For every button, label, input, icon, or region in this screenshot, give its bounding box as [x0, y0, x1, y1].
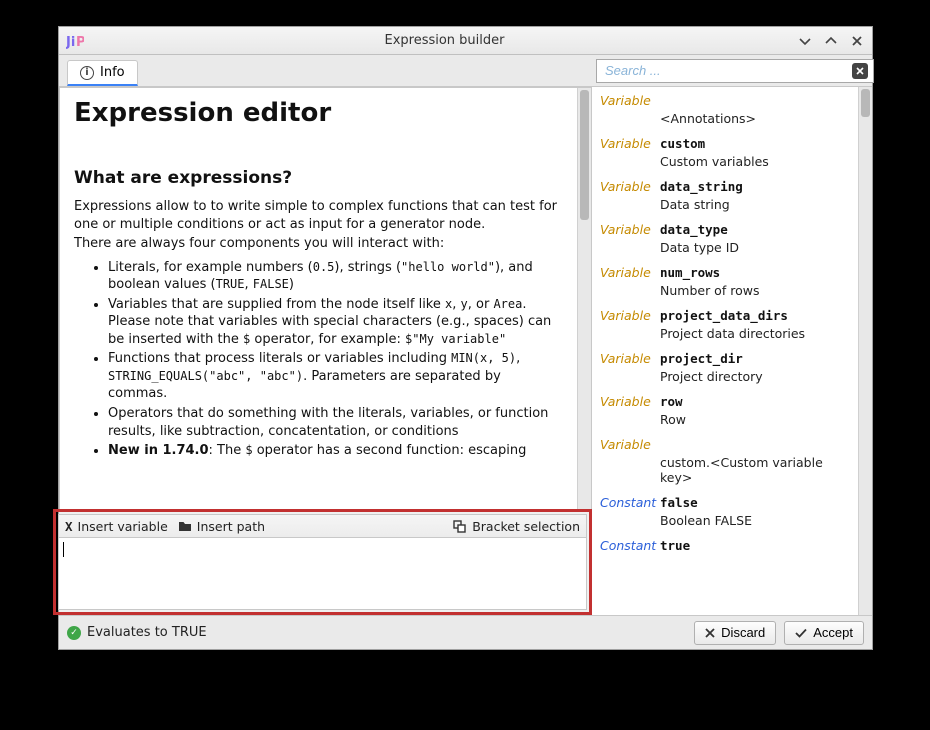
expression-builder-window: JiP Expression builder i Info — [58, 26, 873, 650]
reference-item[interactable]: Constant true — [600, 538, 854, 553]
scrollbar-thumb[interactable] — [580, 90, 589, 220]
reference-item[interactable]: Constant false Boolean FALSE — [600, 495, 854, 528]
reference-description: <Annotations> — [660, 111, 854, 126]
reference-description: custom.<Custom variable key> — [660, 455, 854, 485]
highlight-box: X Insert variable Insert path — [53, 509, 592, 615]
reference-kind: Variable — [600, 437, 652, 452]
reference-kind: Variable — [600, 222, 652, 237]
help-list-item: Literals, for example numbers (0.5), str… — [108, 259, 563, 294]
footer: ✓ Evaluates to TRUE Discard Accept — [59, 615, 872, 649]
tabbar: i Info — [59, 55, 592, 87]
reference-name: true — [660, 538, 690, 553]
reference-name: custom — [660, 136, 705, 151]
scrollbar-thumb[interactable] — [861, 89, 870, 117]
help-list-item: Functions that process literals or varia… — [108, 350, 563, 403]
left-pane: i Info Expression editor What are expres… — [59, 55, 592, 615]
reference-name: project_data_dirs — [660, 308, 788, 323]
reference-name: data_type — [660, 222, 728, 237]
editor-area: X Insert variable Insert path — [53, 509, 592, 615]
reference-item[interactable]: Variable data_type Data type ID — [600, 222, 854, 255]
reference-item[interactable]: Variable custom.<Custom variable key> — [600, 437, 854, 485]
reference-list: Variable <Annotations> Variable custom Custo… — [592, 87, 872, 615]
editor-toolbar: X Insert variable Insert path — [58, 514, 587, 538]
help-list-item: Operators that do something with the lit… — [108, 405, 563, 440]
search-bar — [592, 55, 872, 87]
tab-label: Info — [100, 65, 125, 80]
evaluation-status: ✓ Evaluates to TRUE — [67, 625, 207, 640]
help-list-item: New in 1.74.0: The $ operator has a seco… — [108, 442, 563, 460]
reference-kind: Variable — [600, 93, 652, 108]
reference-description: Row — [660, 412, 854, 427]
reference-kind: Constant — [600, 538, 652, 553]
reference-scrollbar[interactable] — [858, 87, 872, 615]
bracket-selection-button[interactable]: Bracket selection — [453, 519, 580, 534]
clear-search-icon[interactable] — [852, 63, 868, 79]
titlebar: JiP Expression builder — [59, 27, 872, 55]
help-list: Literals, for example numbers (0.5), str… — [108, 259, 563, 460]
reference-item[interactable]: Variable row Row — [600, 394, 854, 427]
svg-text:P: P — [76, 35, 84, 49]
help-list-item: Variables that are supplied from the nod… — [108, 296, 563, 349]
check-icon — [795, 628, 807, 638]
help-subheading: What are expressions? — [74, 168, 563, 188]
help-heading: Expression editor — [74, 98, 563, 128]
reference-name: num_rows — [660, 265, 720, 280]
x-icon: X — [65, 519, 73, 534]
reference-description: Project data directories — [660, 326, 854, 341]
reference-item[interactable]: Variable project_dir Project directory — [600, 351, 854, 384]
svg-text:Ji: Ji — [66, 35, 75, 49]
reference-kind: Variable — [600, 308, 652, 323]
search-input[interactable] — [596, 59, 874, 83]
reference-item[interactable]: Variable project_data_dirs Project data di… — [600, 308, 854, 341]
accept-button[interactable]: Accept — [784, 621, 864, 645]
reference-item[interactable]: Variable custom Custom variables — [600, 136, 854, 169]
close-button[interactable] — [848, 32, 866, 50]
right-pane: Variable <Annotations> Variable custom Custo… — [592, 55, 872, 615]
help-content: Expression editor What are expressions? … — [60, 88, 577, 510]
reference-name: data_string — [660, 179, 743, 194]
reference-description: Custom variables — [660, 154, 854, 169]
reference-kind: Variable — [600, 265, 652, 280]
help-panel: Expression editor What are expressions? … — [59, 87, 592, 511]
reference-kind: Variable — [600, 351, 652, 366]
reference-description: Project directory — [660, 369, 854, 384]
reference-item[interactable]: Variable num_rows Number of rows — [600, 265, 854, 298]
tab-info[interactable]: i Info — [67, 60, 138, 86]
info-icon: i — [80, 66, 94, 80]
reference-description: Boolean FALSE — [660, 513, 854, 528]
insert-path-button[interactable]: Insert path — [178, 519, 265, 534]
help-paragraph: Expressions allow to to write simple to … — [74, 198, 563, 233]
reference-kind: Constant — [600, 495, 652, 510]
discard-button[interactable]: Discard — [694, 621, 776, 645]
status-ok-icon: ✓ — [67, 626, 81, 640]
minimize-button[interactable] — [796, 32, 814, 50]
reference-description: Number of rows — [660, 283, 854, 298]
reference-kind: Variable — [600, 179, 652, 194]
help-paragraph: There are always four components you wil… — [74, 235, 563, 253]
reference-description: Data type ID — [660, 240, 854, 255]
reference-name: row — [660, 394, 683, 409]
reference-name: false — [660, 495, 698, 510]
expression-input[interactable] — [58, 538, 587, 610]
insert-variable-button[interactable]: X Insert variable — [65, 519, 168, 534]
folder-icon — [178, 520, 192, 532]
window-title: Expression builder — [93, 33, 796, 48]
maximize-button[interactable] — [822, 32, 840, 50]
bracket-icon — [453, 520, 467, 533]
reference-kind: Variable — [600, 136, 652, 151]
text-caret — [63, 542, 64, 557]
reference-item[interactable]: Variable <Annotations> — [600, 93, 854, 126]
x-icon — [705, 628, 715, 638]
reference-description: Data string — [660, 197, 854, 212]
app-logo-icon: JiP — [65, 31, 85, 51]
help-scrollbar[interactable] — [577, 88, 591, 510]
reference-name: project_dir — [660, 351, 743, 366]
reference-kind: Variable — [600, 394, 652, 409]
reference-item[interactable]: Variable data_string Data string — [600, 179, 854, 212]
